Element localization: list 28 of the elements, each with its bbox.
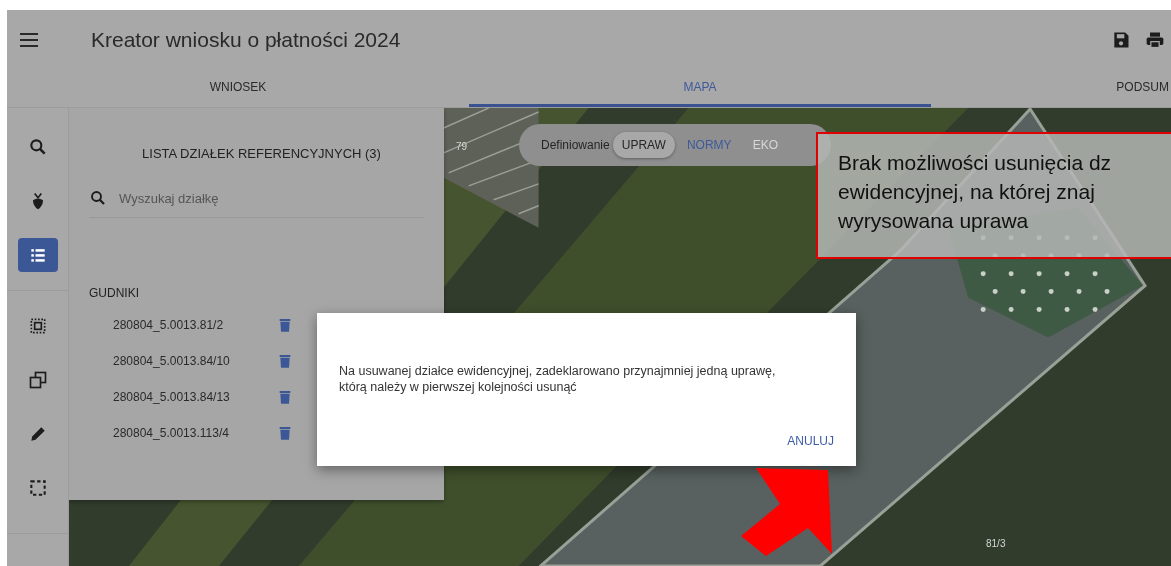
list-button[interactable] (17, 238, 58, 272)
delete-icon[interactable] (277, 424, 293, 442)
delete-icon[interactable] (277, 388, 293, 406)
overlap-squares-icon (27, 370, 48, 390)
parcel-item[interactable]: 280804_5.0013.113/4 (113, 426, 261, 440)
parcel-item[interactable]: 280804_5.0013.84/10 (113, 354, 261, 368)
delete-icon[interactable] (277, 316, 293, 334)
toggle-option[interactable]: UPRAW (612, 132, 675, 158)
panel-title: LISTA DZIAŁEK REFERENCYJNYCH (3) (141, 146, 382, 161)
delete-icon[interactable] (277, 352, 293, 370)
save-icon[interactable] (1111, 30, 1131, 50)
dashed-rectangle-icon (27, 478, 48, 498)
parcel-number: 79 (456, 141, 468, 152)
tab[interactable]: PODSUM (931, 70, 1171, 107)
print-icon[interactable] (1145, 30, 1165, 50)
search-field[interactable]: Wyszukaj działkę (117, 189, 424, 207)
dialog-message: Na usuwanej działce ewidencyjnej, zadeklarowano przynajmniej jedną uprawę, którą należy w pierwszej kolejności usunąć (339, 363, 777, 395)
parcel-item[interactable]: 280804_5.0013.84/13 (113, 390, 261, 404)
tab[interactable]: WNIOSEK (7, 70, 469, 107)
group-heading: GUDNIKI (89, 286, 140, 300)
cancel-button[interactable]: ANULUJ (787, 430, 834, 452)
toggle-label: Definiowanie (541, 138, 610, 152)
parcel-item[interactable]: 280804_5.0013.81/2 (113, 318, 261, 332)
parcel-number: 81/3 (986, 538, 1006, 549)
app-title: Kreator wniosku o płatności 2024 (91, 28, 402, 52)
annotation-note: Brak możliwości usunięcia dz ewidencyjnej, na której znaj wyrysowana uprawa (816, 132, 1171, 259)
search-icon (89, 189, 107, 207)
search-icon (27, 137, 48, 157)
